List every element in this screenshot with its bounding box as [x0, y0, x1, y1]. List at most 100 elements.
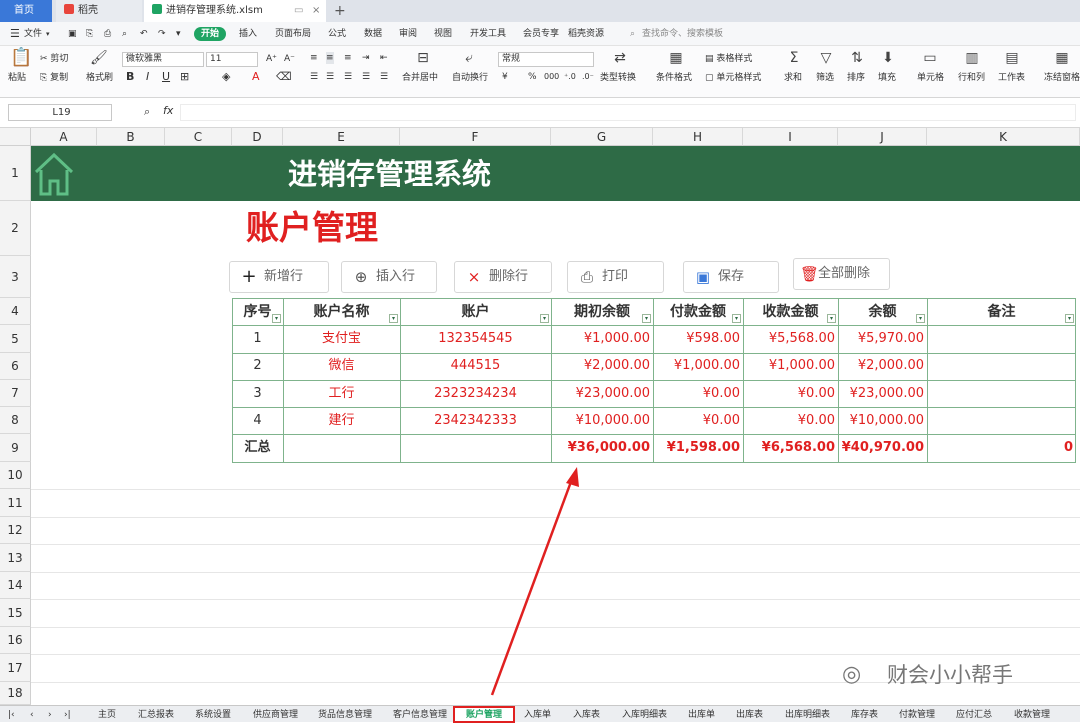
- menu-page-layout[interactable]: 页面布局: [275, 26, 311, 42]
- last-sheet-icon[interactable]: ›|: [64, 708, 71, 722]
- home-icon[interactable]: [33, 150, 75, 198]
- align-bottom-icon[interactable]: ≡: [344, 52, 352, 64]
- next-sheet-icon[interactable]: ›: [48, 708, 52, 722]
- sheet-tab-summary[interactable]: 汇总报表: [138, 708, 174, 722]
- print-button[interactable]: ⎙ 打印: [567, 261, 664, 293]
- row-header-18[interactable]: 18: [0, 682, 31, 705]
- sheet-tab-suppliers[interactable]: 供应商管理: [253, 708, 298, 722]
- sheet-tab-goods[interactable]: 货品信息管理: [318, 708, 372, 722]
- merge-button[interactable]: 合并居中: [402, 72, 438, 84]
- export-icon[interactable]: ⎘: [86, 26, 93, 42]
- preview-icon[interactable]: ⌕: [122, 26, 127, 42]
- percent-icon[interactable]: %: [528, 71, 537, 83]
- font-grow-icon[interactable]: A⁺: [266, 53, 277, 65]
- column-header-d[interactable]: D: [232, 128, 283, 146]
- zoom-icon[interactable]: ⌕: [144, 106, 150, 118]
- format-painter-icon[interactable]: 🖌: [90, 50, 108, 66]
- fill-icon[interactable]: ⬇: [880, 50, 896, 66]
- type-convert-button[interactable]: 类型转换: [600, 72, 636, 84]
- row-header-2[interactable]: 2: [0, 201, 31, 256]
- undo-icon[interactable]: ↶: [140, 26, 148, 42]
- menu-insert[interactable]: 插入: [239, 26, 257, 42]
- italic-icon[interactable]: I: [146, 71, 149, 83]
- sheet-tab-outbound-detail[interactable]: 出库明细表: [785, 708, 830, 722]
- first-sheet-icon[interactable]: |‹: [8, 708, 15, 722]
- outdent-icon[interactable]: ⇤: [380, 52, 388, 64]
- total-balance[interactable]: ¥40,970.00: [838, 435, 927, 461]
- hamburger-icon[interactable]: ☰: [10, 26, 20, 42]
- close-icon[interactable]: ×: [312, 0, 320, 22]
- align-left-icon[interactable]: ☰: [310, 71, 318, 83]
- table-cell[interactable]: ¥23,000.00: [551, 381, 653, 407]
- save-button[interactable]: ▣ 保存: [683, 261, 779, 293]
- align-center-icon[interactable]: ☰: [326, 71, 334, 83]
- table-cell[interactable]: 工行: [283, 381, 400, 407]
- table-cell[interactable]: 444515: [400, 353, 551, 379]
- table-cell[interactable]: ¥10,000.00: [551, 408, 653, 434]
- table-cell[interactable]: ¥0.00: [743, 381, 838, 407]
- menu-review[interactable]: 审阅: [399, 26, 417, 42]
- sum-button[interactable]: 求和: [784, 72, 802, 84]
- font-size-select[interactable]: 11: [206, 52, 258, 67]
- total-remark[interactable]: 0: [927, 435, 1076, 461]
- select-all-corner[interactable]: [0, 128, 31, 146]
- menu-developer[interactable]: 开发工具: [470, 26, 506, 42]
- row-header-14[interactable]: 14: [0, 572, 31, 599]
- command-search-input[interactable]: 查找命令、搜索模板: [642, 26, 723, 42]
- filter-dropdown-icon[interactable]: ▾: [540, 314, 549, 323]
- filter-dropdown-icon[interactable]: ▾: [1065, 314, 1074, 323]
- sheet-tab-inventory[interactable]: 库存表: [851, 708, 878, 722]
- row-header-12[interactable]: 12: [0, 517, 31, 544]
- table-cell[interactable]: 2: [232, 353, 283, 379]
- row-header-7[interactable]: 7: [0, 380, 31, 407]
- cond-format-icon[interactable]: ▦: [668, 50, 684, 66]
- worksheet-button[interactable]: 工作表: [998, 72, 1025, 84]
- menu-formula[interactable]: 公式: [328, 26, 346, 42]
- table-cell[interactable]: 3: [232, 381, 283, 407]
- table-cell[interactable]: ¥10,000.00: [838, 408, 927, 434]
- sheet-tab-settings[interactable]: 系统设置: [195, 708, 231, 722]
- row-header-1[interactable]: 1: [0, 146, 31, 201]
- row-header-17[interactable]: 17: [0, 654, 31, 682]
- sheet-tab-accounts[interactable]: 账户管理: [453, 706, 515, 723]
- cell-icon[interactable]: ▭: [922, 50, 938, 66]
- table-cell[interactable]: 1: [232, 326, 283, 352]
- row-col-button[interactable]: 行和列: [958, 72, 985, 84]
- wrap-button[interactable]: 自动换行: [452, 72, 488, 84]
- underline-icon[interactable]: U: [162, 71, 170, 83]
- sheet-tab-inbound-order[interactable]: 入库单: [524, 708, 551, 722]
- justify-icon[interactable]: ☰: [362, 71, 370, 83]
- fill-color-icon[interactable]: ◈: [222, 71, 230, 83]
- decimal-decrease-icon[interactable]: .0⁻: [582, 71, 594, 83]
- fill-button[interactable]: 填充: [878, 72, 896, 84]
- row-header-6[interactable]: 6: [0, 353, 31, 380]
- column-header-f[interactable]: F: [400, 128, 551, 146]
- table-cell[interactable]: ¥23,000.00: [838, 381, 927, 407]
- format-painter-button[interactable]: 格式刷: [86, 72, 113, 84]
- sheet-tab-payments[interactable]: 付款管理: [899, 708, 935, 722]
- row-header-10[interactable]: 10: [0, 462, 31, 489]
- menu-file[interactable]: 文件: [24, 26, 42, 42]
- name-box[interactable]: L19: [8, 104, 112, 121]
- table-cell[interactable]: 4: [232, 408, 283, 434]
- table-cell[interactable]: 2342342333: [400, 408, 551, 434]
- table-cell[interactable]: ¥0.00: [653, 408, 743, 434]
- copy-button[interactable]: ⎘ 复制: [40, 72, 68, 84]
- row-col-icon[interactable]: ▥: [964, 50, 980, 66]
- column-header-i[interactable]: I: [743, 128, 838, 146]
- table-cell[interactable]: ¥1,000.00: [551, 326, 653, 352]
- table-style-button[interactable]: ▤ 表格样式: [705, 53, 752, 65]
- print-icon[interactable]: ⎙: [104, 26, 111, 42]
- row-header-4[interactable]: 4: [0, 298, 31, 325]
- filter-dropdown-icon[interactable]: ▾: [916, 314, 925, 323]
- thousands-icon[interactable]: 000: [544, 71, 559, 83]
- table-cell[interactable]: ¥0.00: [743, 408, 838, 434]
- tab-file[interactable]: 进销存管理系统.xlsm ▭ ×: [144, 0, 326, 22]
- font-shrink-icon[interactable]: A⁻: [284, 53, 295, 65]
- fx-button[interactable]: fx: [163, 105, 173, 117]
- formula-input[interactable]: [180, 104, 1076, 121]
- dropdown-icon[interactable]: ▾: [46, 26, 50, 42]
- cell-button[interactable]: 单元格: [917, 72, 944, 84]
- table-cell[interactable]: ¥1,000.00: [653, 353, 743, 379]
- merge-icon[interactable]: ⊟: [415, 50, 431, 66]
